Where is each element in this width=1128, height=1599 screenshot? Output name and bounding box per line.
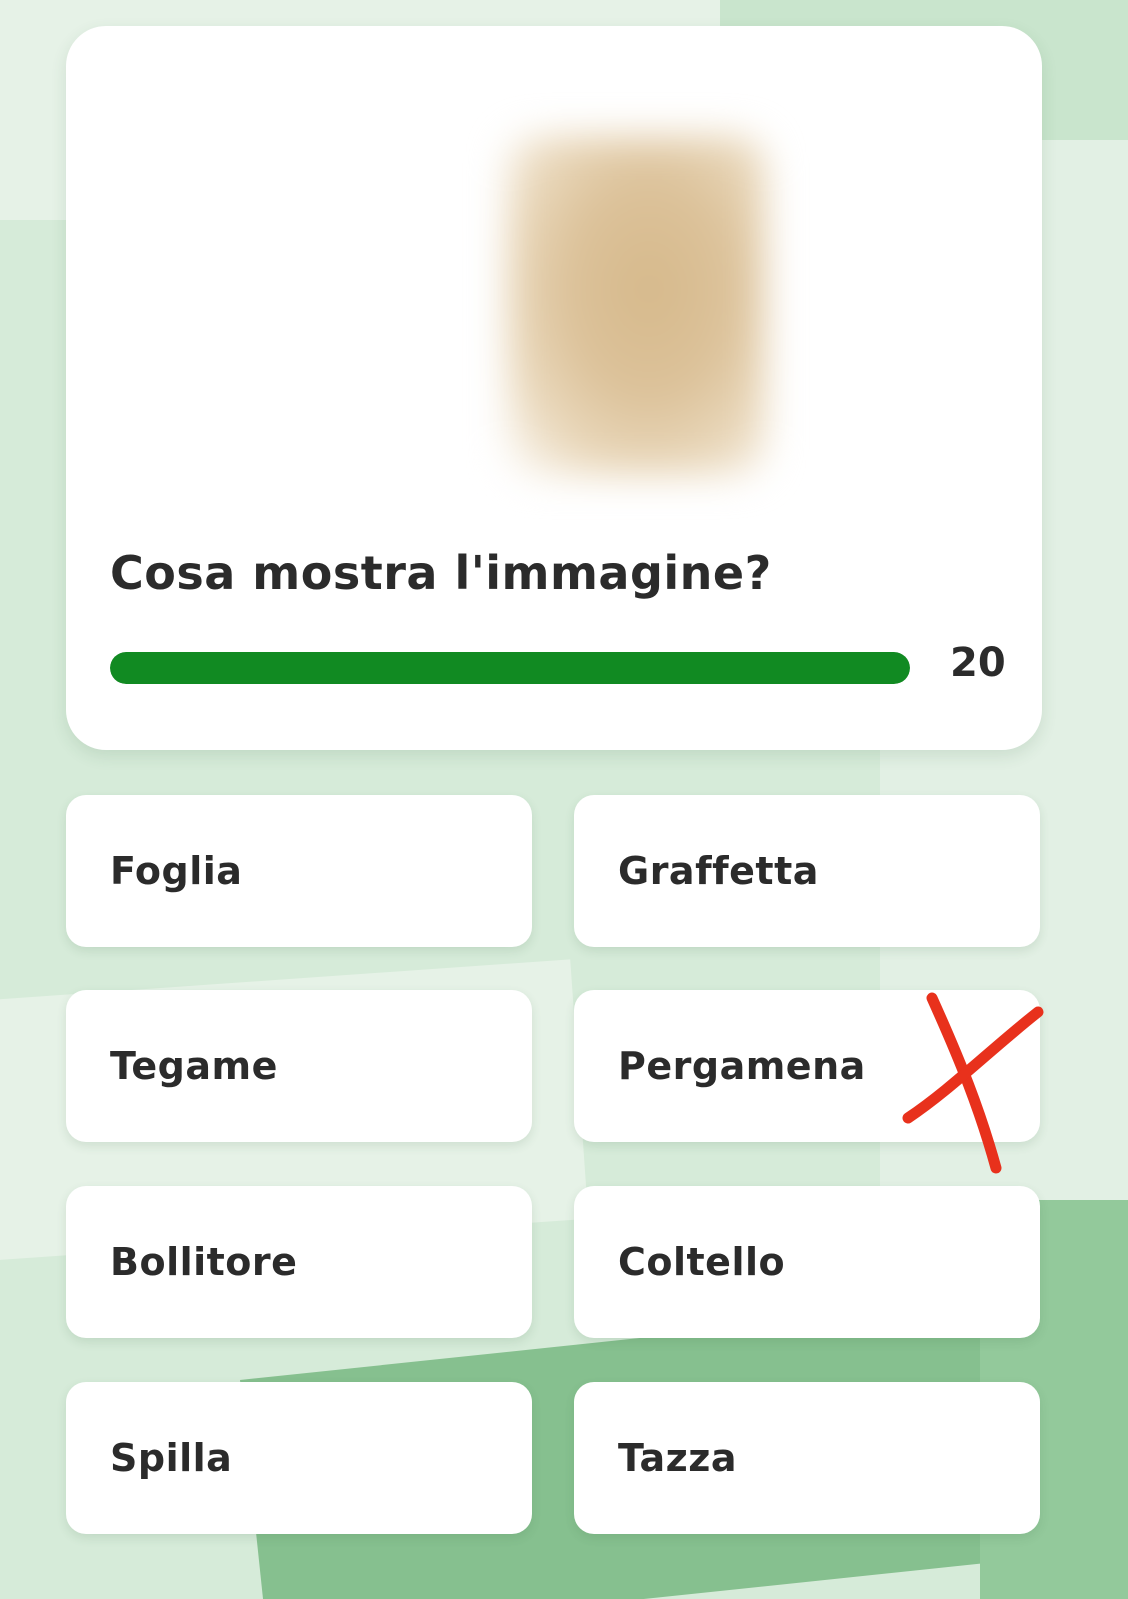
timer-progress-bar [110, 652, 910, 684]
answer-label: Pergamena [618, 1044, 866, 1088]
answer-label: Coltello [618, 1240, 786, 1284]
timer-progress-fill [110, 652, 910, 684]
timer-value: 20 [950, 640, 1006, 686]
question-text: Cosa mostra l'immagine? [110, 546, 772, 600]
answer-label: Tazza [618, 1436, 738, 1480]
answer-label: Bollitore [110, 1240, 298, 1284]
answer-label: Graffetta [618, 849, 819, 893]
red-x-mark-icon [902, 992, 1044, 1174]
answer-button-tazza[interactable]: Tazza [574, 1382, 1040, 1534]
answer-button-tegame[interactable]: Tegame [66, 990, 532, 1142]
answer-button-bollitore[interactable]: Bollitore [66, 1186, 532, 1338]
answer-button-graffetta[interactable]: Graffetta [574, 795, 1040, 947]
question-card: Cosa mostra l'immagine? 20 [66, 26, 1042, 750]
answer-label: Spilla [110, 1436, 233, 1480]
answer-label: Tegame [110, 1044, 278, 1088]
answer-label: Foglia [110, 849, 243, 893]
blurred-quiz-image [506, 136, 766, 476]
answer-button-spilla[interactable]: Spilla [66, 1382, 532, 1534]
answer-button-coltello[interactable]: Coltello [574, 1186, 1040, 1338]
answer-button-foglia[interactable]: Foglia [66, 795, 532, 947]
